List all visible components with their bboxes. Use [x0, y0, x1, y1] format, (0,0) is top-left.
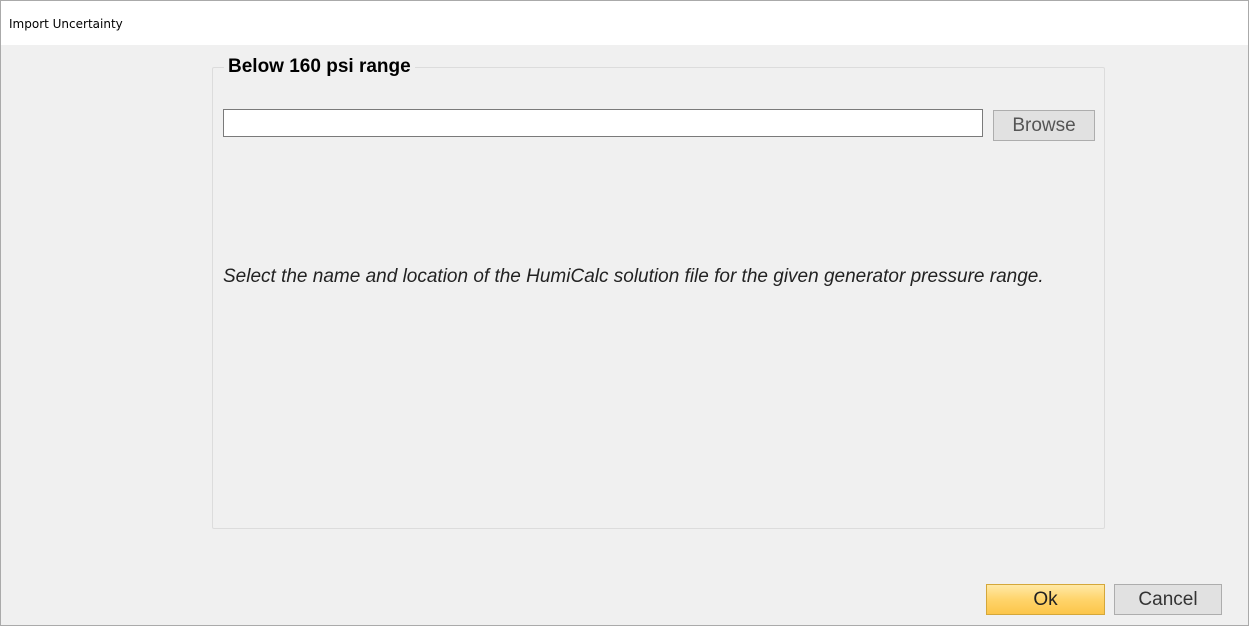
ok-button[interactable]: Ok: [986, 584, 1105, 615]
title-bar[interactable]: Import Uncertainty: [1, 1, 1248, 45]
cancel-button[interactable]: Cancel: [1114, 584, 1222, 615]
solution-file-path-input[interactable]: [223, 109, 983, 137]
window-title: Import Uncertainty: [9, 17, 123, 31]
instruction-text: Select the name and location of the Humi…: [223, 266, 1044, 287]
group-legend: Below 160 psi range: [224, 56, 415, 78]
browse-button[interactable]: Browse: [993, 110, 1095, 141]
